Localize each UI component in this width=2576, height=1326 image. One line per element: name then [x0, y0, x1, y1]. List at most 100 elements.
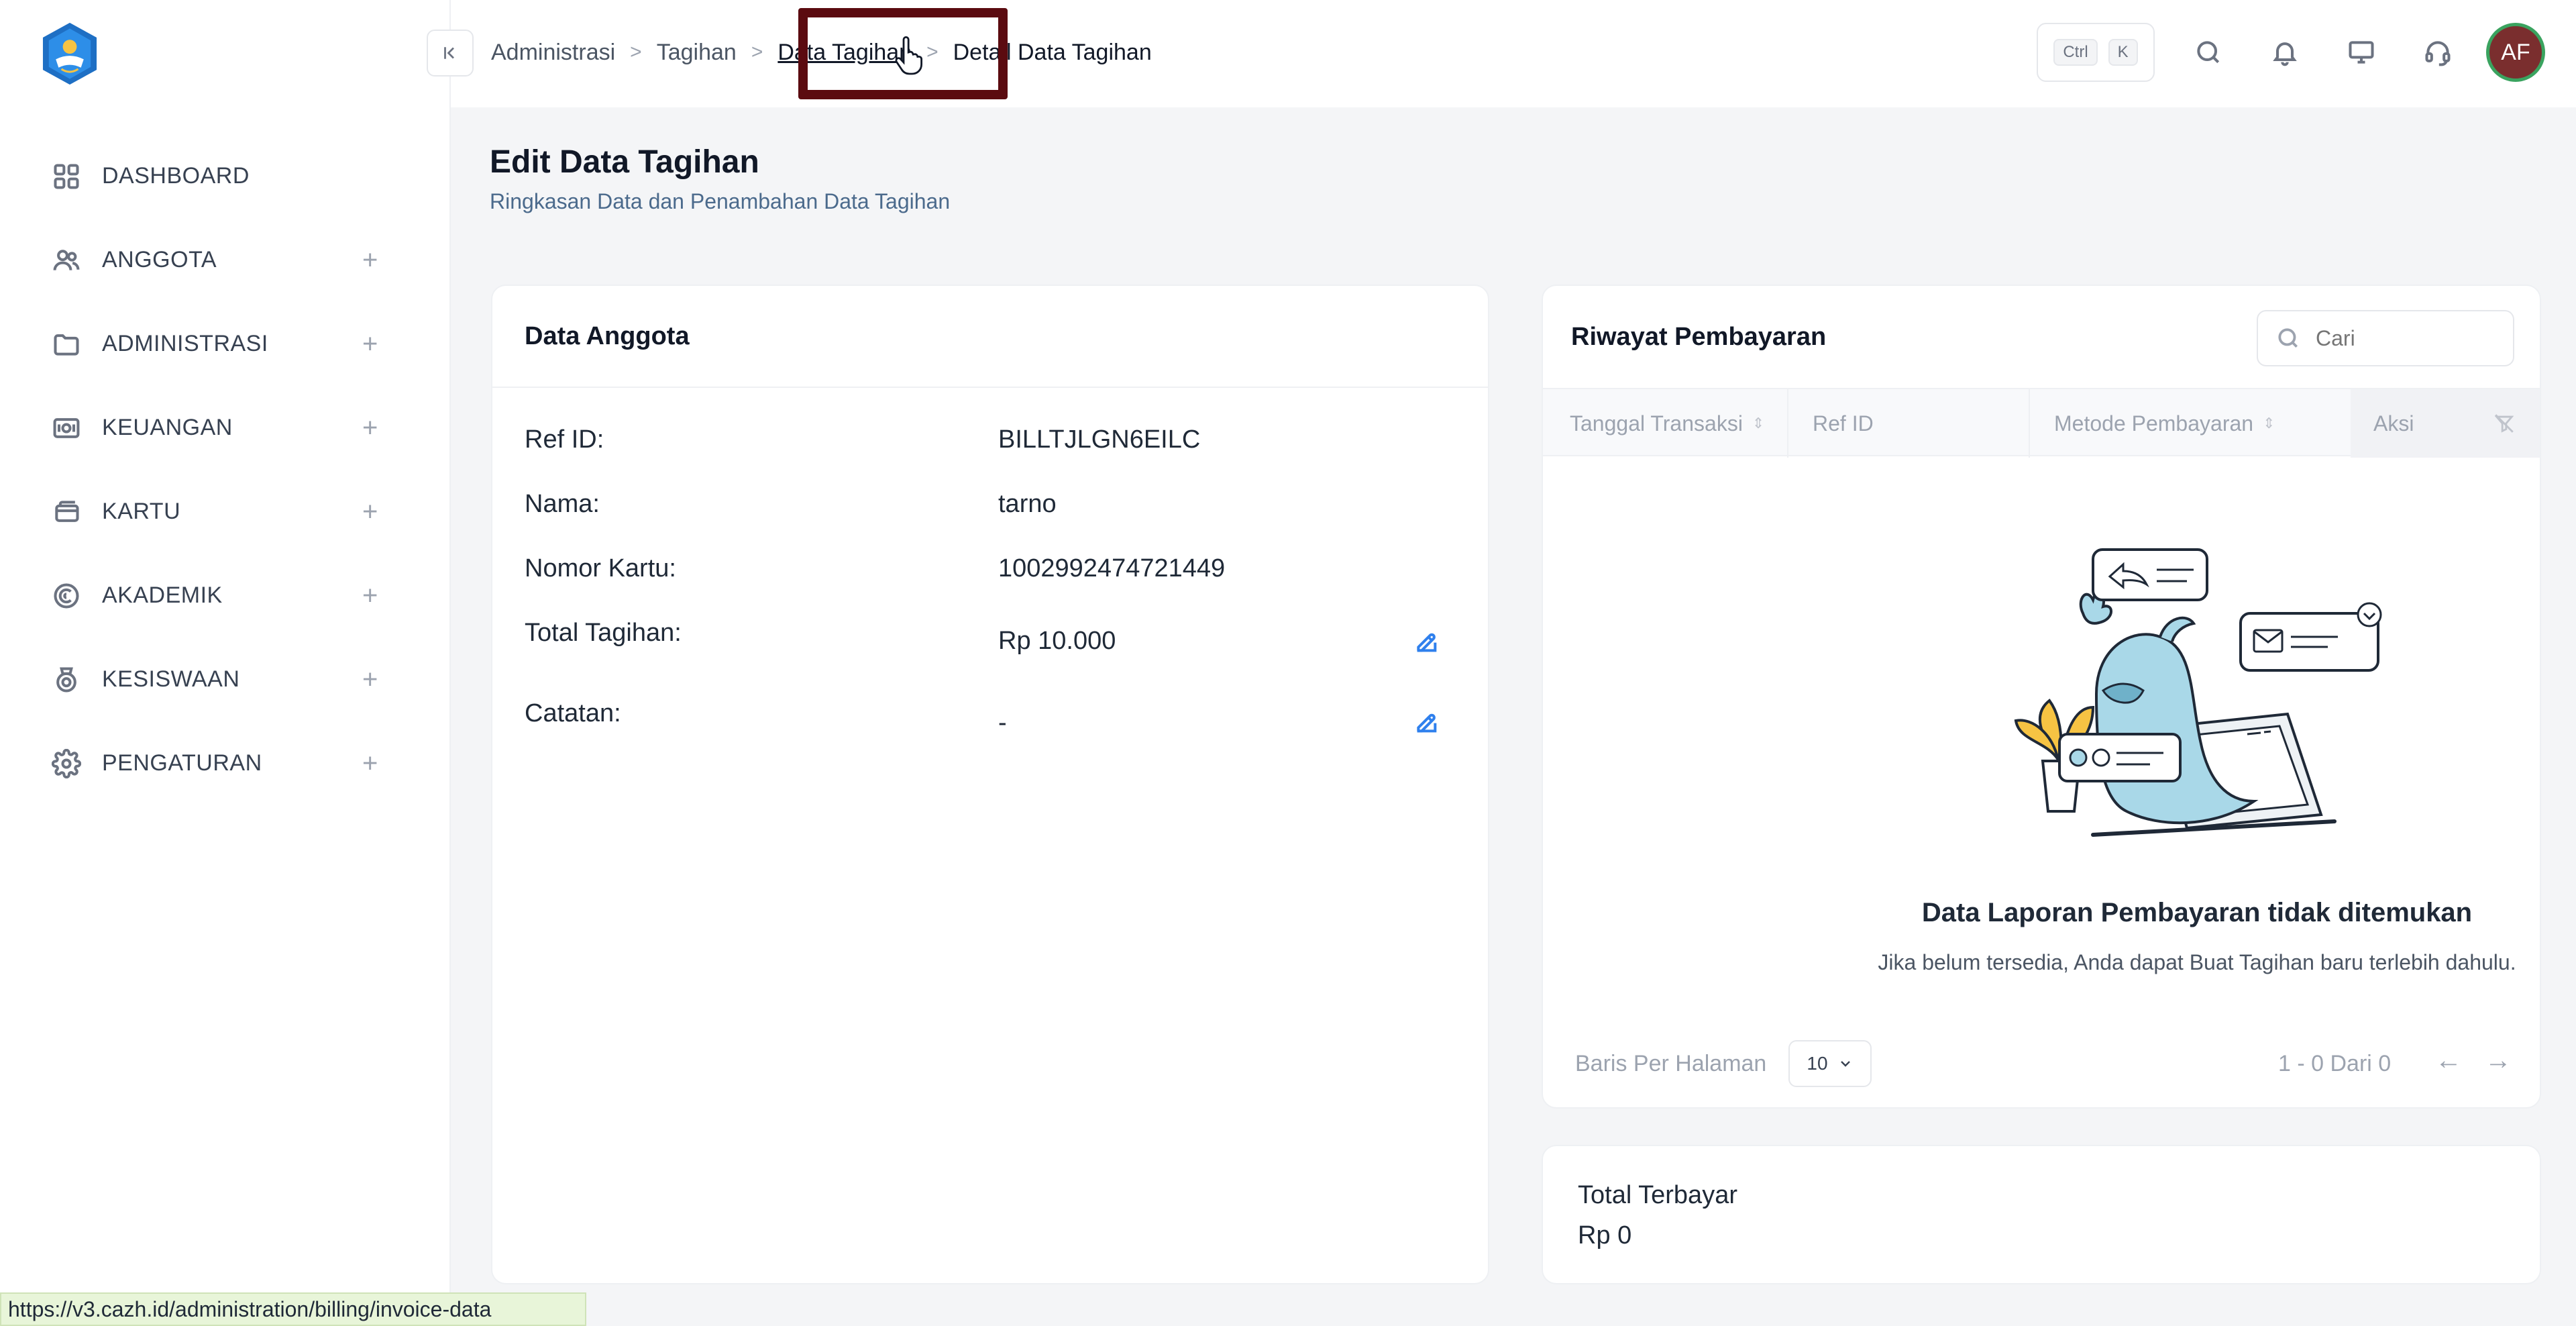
grid-icon — [51, 161, 82, 192]
sidebar-item-administrasi[interactable]: ADMINISTRASI + — [0, 302, 451, 386]
column-header-metode-pembayaran[interactable]: Metode Pembayaran ⇕ — [2054, 389, 2275, 458]
member-data-card: Data Anggota Ref ID: BILLTJLGN6EILC Nama… — [491, 285, 1489, 1284]
note-label: Catatan: — [525, 699, 621, 727]
empty-state-title: Data Laporan Pembayaran tidak ditemukan — [1921, 898, 2473, 927]
column-header-ref-id: Ref ID — [1813, 389, 1874, 458]
user-avatar[interactable]: AF — [2486, 23, 2545, 82]
command-palette-shortcut[interactable]: Ctrl K — [2037, 23, 2155, 82]
sidebar-item-label: DASHBOARD — [102, 163, 250, 189]
total-paid-label: Total Terbayar — [1578, 1181, 1737, 1209]
empty-state-subtitle: Jika belum tersedia, Anda dapat Buat Tag… — [1878, 950, 2516, 974]
payment-history-card: Riwayat Pembayaran Tanggal Transaksi ⇕ R… — [1542, 285, 2541, 1109]
sidebar: DASHBOARD ANGGOTA + ADMINISTRASI + KEUAN… — [0, 0, 451, 1326]
expand-plus-icon[interactable]: + — [362, 497, 378, 527]
sort-icon: ⇕ — [2263, 415, 2275, 431]
total-bill-label: Total Tagihan: — [525, 619, 682, 647]
sidebar-item-label: AKADEMIK — [102, 582, 223, 608]
topbar: Administrasi > Tagihan > Data Tagihan > … — [427, 0, 2576, 107]
breadcrumb-administrasi[interactable]: Administrasi — [491, 40, 615, 66]
sidebar-item-keuangan[interactable]: KEUANGAN + — [0, 386, 451, 470]
expand-plus-icon[interactable]: + — [362, 664, 378, 695]
page-title: Edit Data Tagihan — [490, 144, 759, 180]
folder-icon — [51, 329, 82, 360]
card-number-value: 1002992474721449 — [998, 554, 1226, 582]
rows-per-page-select[interactable]: 10 — [1788, 1040, 1872, 1087]
column-label: Tanggal Transaksi — [1570, 411, 1743, 436]
breadcrumb-separator: > — [630, 41, 642, 63]
sidebar-item-label: KARTU — [102, 499, 181, 524]
name-value: tarno — [998, 490, 1057, 518]
rows-per-page-label: Baris Per Halaman — [1575, 1051, 1767, 1076]
expand-plus-icon[interactable]: + — [362, 748, 378, 778]
page-subtitle: Ringkasan Data dan Penambahan Data Tagih… — [490, 189, 951, 213]
search-field[interactable] — [2257, 310, 2514, 366]
column-header-tanggal-transaksi[interactable]: Tanggal Transaksi ⇕ — [1570, 389, 1764, 458]
next-page-button[interactable]: → — [2485, 1046, 2512, 1076]
edit-total-bill-icon[interactable] — [1413, 628, 1440, 655]
clear-filter-icon[interactable] — [2493, 412, 2516, 435]
breadcrumb-separator: > — [751, 41, 763, 63]
sidebar-item-akademik[interactable]: AKADEMIK + — [0, 554, 451, 638]
sidebar-item-kartu[interactable]: KARTU + — [0, 470, 451, 554]
money-icon — [51, 413, 82, 444]
tut-wuri-handayani-logo[interactable] — [35, 19, 105, 89]
sidebar-item-label: PENGATURAN — [102, 750, 262, 776]
column-divider — [2029, 389, 2030, 458]
sidebar-item-anggota[interactable]: ANGGOTA + — [0, 218, 451, 302]
link-preview-status-bar: https://v3.cazh.id/administration/billin… — [0, 1292, 586, 1326]
column-label: Ref ID — [1813, 411, 1874, 436]
card-title: Data Anggota — [525, 321, 690, 350]
kbd-ctrl: Ctrl — [2053, 39, 2098, 66]
users-icon — [51, 245, 82, 276]
ref-id-value: BILLTJLGN6EILC — [998, 425, 1201, 454]
total-paid-card: Total Terbayar Rp 0 — [1542, 1145, 2541, 1284]
sidebar-item-dashboard[interactable]: DASHBOARD — [0, 134, 451, 218]
card-header: Riwayat Pembayaran — [1543, 286, 2540, 388]
breadcrumb-detail-data-tagihan: Detail Data Tagihan — [953, 39, 1152, 65]
expand-plus-icon[interactable]: + — [362, 245, 378, 275]
breadcrumb-tagihan[interactable]: Tagihan — [657, 40, 737, 66]
chevron-down-icon — [1840, 1061, 1850, 1067]
sidebar-item-label: KEUANGAN — [102, 415, 233, 440]
gear-icon — [51, 748, 82, 779]
search-input[interactable] — [2316, 325, 2504, 351]
sort-icon: ⇕ — [1752, 415, 1765, 431]
breadcrumb: Administrasi > Tagihan > Data Tagihan > … — [491, 8, 1152, 99]
total-paid-value: Rp 0 — [1578, 1221, 1632, 1250]
student-icon — [51, 664, 82, 695]
note-value: - — [998, 709, 1007, 737]
table-header: Tanggal Transaksi ⇕ Ref ID Metode Pembay… — [1543, 388, 2540, 458]
sidebar-nav: DASHBOARD ANGGOTA + ADMINISTRASI + KEUAN… — [0, 134, 451, 805]
empty-state-illustration — [2014, 548, 2382, 837]
expand-plus-icon[interactable]: + — [362, 329, 378, 359]
support-headset-icon[interactable] — [2420, 35, 2455, 70]
hand-cursor-icon — [895, 36, 923, 75]
sidebar-item-label: ANGGOTA — [102, 247, 217, 272]
bell-icon[interactable] — [2267, 35, 2302, 70]
search-icon[interactable] — [2191, 35, 2226, 70]
column-label: Metode Pembayaran — [2054, 411, 2254, 436]
column-label: Aksi — [2373, 411, 2414, 436]
sidebar-item-label: KESISWAAN — [102, 666, 240, 692]
kbd-k: K — [2108, 39, 2138, 66]
column-header-aksi: Aksi — [2351, 389, 2540, 458]
breadcrumb-separator: > — [926, 41, 938, 63]
collapse-sidebar-button[interactable] — [427, 30, 474, 76]
name-label: Nama: — [525, 490, 600, 518]
card-number-label: Nomor Kartu: — [525, 554, 676, 582]
card-header: Data Anggota — [492, 286, 1488, 388]
expand-plus-icon[interactable]: + — [362, 413, 378, 443]
expand-plus-icon[interactable]: + — [362, 580, 378, 611]
edit-note-icon[interactable] — [1413, 709, 1440, 735]
sidebar-item-label: ADMINISTRASI — [102, 331, 268, 356]
academic-icon — [51, 580, 82, 611]
total-bill-value: Rp 10.000 — [998, 627, 1116, 655]
search-icon — [2278, 328, 2298, 348]
column-divider — [1787, 389, 1788, 458]
ref-id-label: Ref ID: — [525, 425, 604, 454]
sidebar-item-kesiswaan[interactable]: KESISWAAN + — [0, 638, 451, 721]
monitor-icon[interactable] — [2344, 35, 2379, 70]
card-title: Riwayat Pembayaran — [1571, 322, 1827, 351]
prev-page-button[interactable]: ← — [2435, 1046, 2462, 1076]
sidebar-item-pengaturan[interactable]: PENGATURAN + — [0, 721, 451, 805]
